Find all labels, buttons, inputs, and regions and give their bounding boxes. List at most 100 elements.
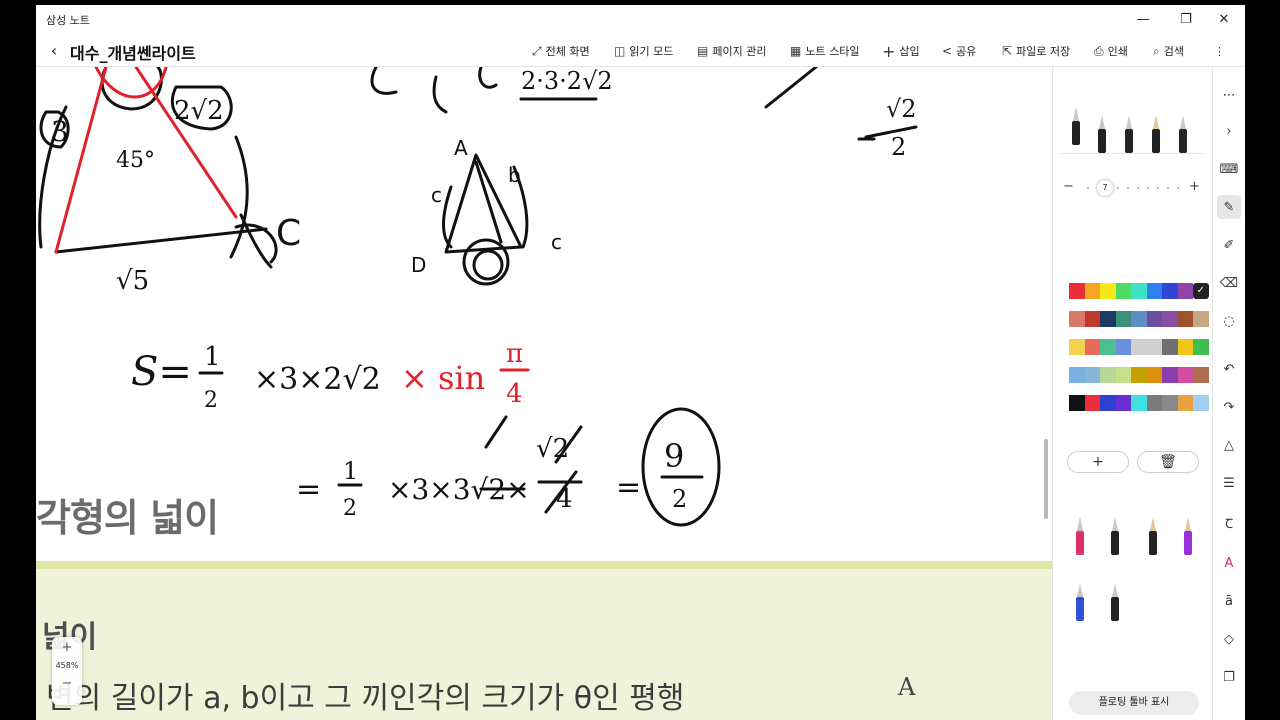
font-style-icon[interactable]: A bbox=[1217, 551, 1241, 575]
color-swatch[interactable] bbox=[1131, 339, 1147, 355]
color-swatch[interactable] bbox=[1084, 283, 1100, 299]
restore-icon[interactable]: ❐ bbox=[1174, 9, 1198, 29]
svg-text:2: 2 bbox=[891, 133, 906, 161]
favorite-pen-black[interactable] bbox=[1108, 515, 1122, 561]
page-copy-icon[interactable]: ❐ bbox=[1217, 665, 1241, 689]
color-swatch[interactable] bbox=[1084, 367, 1100, 383]
chevron-right-icon[interactable]: › bbox=[1217, 119, 1241, 143]
lasso-icon[interactable]: ◌ bbox=[1217, 309, 1241, 333]
color-swatch[interactable] bbox=[1146, 311, 1162, 327]
vertical-scrollbar[interactable] bbox=[1044, 439, 1048, 519]
close-icon[interactable]: ✕ bbox=[1212, 9, 1236, 29]
page-manage-button[interactable]: ▤ 페이지 관리 bbox=[697, 42, 766, 60]
color-swatch[interactable] bbox=[1115, 367, 1131, 383]
color-swatch[interactable] bbox=[1193, 395, 1209, 411]
pen-icon[interactable]: ✎ bbox=[1217, 195, 1241, 219]
keyboard-icon[interactable]: ⌨ bbox=[1217, 157, 1241, 181]
size-increase-button[interactable]: + bbox=[1189, 179, 1200, 194]
color-swatch[interactable] bbox=[1146, 283, 1162, 299]
note-canvas[interactable]: 각형의 넓이 넓이 변의 길이가 a, b이고 그 끼인각의 크기가 θ인 평행… bbox=[36, 67, 1052, 720]
shape-icon[interactable]: △ bbox=[1217, 433, 1241, 457]
color-swatch[interactable] bbox=[1100, 311, 1116, 327]
color-swatch[interactable] bbox=[1193, 311, 1209, 327]
color-swatch[interactable] bbox=[1162, 367, 1178, 383]
color-swatch[interactable] bbox=[1177, 339, 1193, 355]
pen-fountain-selected[interactable] bbox=[1069, 105, 1083, 151]
color-swatch[interactable] bbox=[1177, 367, 1193, 383]
color-swatch[interactable] bbox=[1177, 283, 1193, 299]
text-format-icon[interactable]: ā bbox=[1217, 589, 1241, 613]
print-button[interactable]: ⎙ 인쇄 bbox=[1094, 42, 1128, 60]
print-icon: ⎙ bbox=[1094, 43, 1104, 58]
color-swatch[interactable] bbox=[1131, 395, 1147, 411]
color-swatch[interactable] bbox=[1193, 339, 1209, 355]
color-swatch[interactable] bbox=[1146, 339, 1162, 355]
more-options-icon[interactable]: ⋮ bbox=[1214, 42, 1225, 60]
search-button[interactable]: ⌕ 검색 bbox=[1153, 42, 1184, 60]
favorite-pen-black-2[interactable] bbox=[1108, 581, 1122, 627]
color-swatch[interactable] bbox=[1084, 395, 1100, 411]
color-swatch[interactable] bbox=[1162, 339, 1178, 355]
color-swatch[interactable] bbox=[1146, 395, 1162, 411]
color-swatch[interactable] bbox=[1146, 367, 1162, 383]
color-swatch[interactable] bbox=[1131, 283, 1147, 299]
color-swatch[interactable] bbox=[1193, 367, 1209, 383]
insert-button[interactable]: + 삽입 bbox=[882, 42, 920, 61]
redo-icon[interactable]: ↷ bbox=[1217, 395, 1241, 419]
text-align-icon[interactable]: ☰ bbox=[1217, 471, 1241, 495]
reading-mode-button[interactable]: ◫ 읽기 모드 bbox=[614, 42, 673, 60]
color-swatch[interactable] bbox=[1100, 283, 1116, 299]
highlighter-icon[interactable]: ✐ bbox=[1217, 233, 1241, 257]
color-swatch[interactable] bbox=[1162, 311, 1178, 327]
color-swatch[interactable] bbox=[1069, 311, 1085, 327]
size-knob[interactable]: 7 bbox=[1097, 180, 1113, 196]
color-swatch[interactable] bbox=[1131, 311, 1147, 327]
color-swatch[interactable] bbox=[1115, 283, 1131, 299]
shapes-icon[interactable]: ◇ bbox=[1217, 627, 1241, 651]
zoom-in-button[interactable]: + bbox=[52, 637, 82, 659]
size-decrease-button[interactable]: − bbox=[1063, 179, 1074, 194]
more-dots-icon[interactable]: ⋯ bbox=[1217, 83, 1241, 107]
color-swatch[interactable] bbox=[1069, 339, 1085, 355]
color-swatch[interactable] bbox=[1100, 339, 1116, 355]
favorite-pen-blue[interactable] bbox=[1073, 581, 1087, 627]
save-as-file-button[interactable]: ⇱ 파일로 저장 bbox=[1002, 42, 1070, 60]
favorite-pen-purple[interactable] bbox=[1181, 515, 1195, 561]
show-floating-toolbar-button[interactable]: 플로팅 툴바 표시 bbox=[1069, 691, 1199, 715]
color-swatch[interactable] bbox=[1084, 339, 1100, 355]
app-title: 삼성 노트 bbox=[46, 14, 90, 27]
color-swatch[interactable] bbox=[1162, 283, 1178, 299]
color-swatch[interactable] bbox=[1115, 311, 1131, 327]
tool-strip: ⋯ › ⌨ ✎ ✐ ⌫ ◌ ↶ ↷ △ ☰ Ꞇ Aā ◇ ❐ bbox=[1212, 67, 1245, 720]
color-swatch[interactable] bbox=[1069, 367, 1085, 383]
color-swatch[interactable] bbox=[1162, 395, 1178, 411]
color-swatch[interactable] bbox=[1069, 395, 1085, 411]
pen-body bbox=[1098, 129, 1106, 153]
zoom-out-button[interactable]: − bbox=[52, 673, 82, 695]
note-style-button[interactable]: ▦ 노트 스타일 bbox=[790, 42, 859, 60]
delete-icon[interactable]: 🗑 bbox=[1137, 451, 1199, 473]
selected-color-swatch[interactable]: ✓ bbox=[1193, 283, 1209, 299]
color-swatch[interactable] bbox=[1115, 339, 1131, 355]
share-button[interactable]: < 공유 bbox=[942, 42, 976, 60]
undo-icon[interactable]: ↶ bbox=[1217, 357, 1241, 381]
pen-size-slider[interactable]: − 7 + bbox=[1063, 179, 1203, 197]
add-pen-button[interactable]: + bbox=[1067, 451, 1129, 473]
color-swatch[interactable] bbox=[1177, 395, 1193, 411]
fullscreen-button[interactable]: ⤢ 전체 화면 bbox=[532, 42, 590, 60]
color-swatch[interactable] bbox=[1069, 283, 1085, 299]
color-swatch[interactable] bbox=[1100, 367, 1116, 383]
eraser-icon[interactable]: ⌫ bbox=[1217, 271, 1241, 295]
favorite-pen-pink[interactable] bbox=[1073, 515, 1087, 561]
favorite-pencil-black[interactable] bbox=[1146, 515, 1160, 561]
palette-row: ✓ bbox=[1069, 283, 1209, 299]
svg-text:2√2: 2√2 bbox=[174, 96, 224, 126]
color-swatch[interactable] bbox=[1131, 367, 1147, 383]
back-arrow-icon[interactable]: ‹ bbox=[44, 39, 64, 61]
color-swatch[interactable] bbox=[1084, 311, 1100, 327]
text-tool-icon[interactable]: Ꞇ bbox=[1217, 511, 1241, 535]
color-swatch[interactable] bbox=[1177, 311, 1193, 327]
color-swatch[interactable] bbox=[1100, 395, 1116, 411]
color-swatch[interactable] bbox=[1115, 395, 1131, 411]
minimize-icon[interactable]: — bbox=[1131, 9, 1155, 29]
